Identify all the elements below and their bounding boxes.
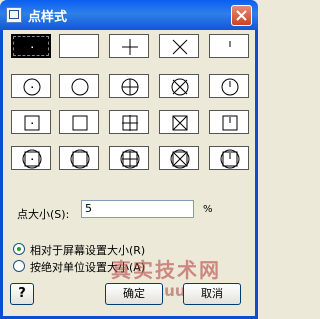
absolute-size-radio[interactable] [13,260,25,272]
point-style-dialog: 点大小(S): 5 % 相对于屏幕设置大小(R) 按绝对单位设置大小(A) 真实… [0,30,258,319]
none-icon [60,35,100,59]
point-style-x[interactable] [159,34,199,58]
dot-icon [31,46,33,48]
point-style-circle[interactable] [59,74,99,98]
plus-icon [122,39,138,55]
point-style-circle-square-tick[interactable] [209,146,249,170]
circle-dot-icon [23,78,41,96]
circle-square-dot-icon [22,149,42,169]
circle-square-plus-icon [120,149,140,169]
x-icon [172,39,188,55]
square-tick-icon [222,115,238,131]
point-style-square-dot[interactable] [11,110,51,134]
square-dot-icon [24,115,40,131]
point-style-tick[interactable] [209,34,249,58]
point-size-label: 点大小(S): [17,208,70,221]
circle-square-icon [70,149,90,169]
help-button[interactable]: ? [10,283,34,305]
relative-size-radio[interactable] [13,243,25,255]
point-style-square-plus[interactable] [109,110,149,134]
point-style-square-tick[interactable] [209,110,249,134]
point-size-input[interactable]: 5 [81,200,194,218]
circle-square-x-icon [170,149,190,169]
square-icon [72,115,88,131]
point-style-circle-x[interactable] [159,74,199,98]
watermark-text: 真实技术网 [111,258,221,282]
circle-tick-icon [221,78,239,96]
point-style-square-x[interactable] [159,110,199,134]
point-style-circle-tick[interactable] [209,74,249,98]
point-style-dot[interactable] [11,34,51,58]
circle-square-tick-icon [220,149,240,169]
point-style-square[interactable] [59,110,99,134]
ok-button[interactable]: 确定 [105,283,163,305]
point-style-plus[interactable] [109,34,149,58]
close-icon [236,10,247,21]
title-bar: 点样式 [0,0,258,30]
circle-icon [71,78,89,96]
cancel-button[interactable]: 取消 [183,283,241,305]
point-style-circle-square[interactable] [59,146,99,170]
point-style-circle-square-x[interactable] [159,146,199,170]
close-button[interactable] [231,5,252,26]
square-plus-icon [122,115,138,131]
circle-plus-icon [121,78,139,96]
point-size-unit: % [203,204,213,215]
window-title: 点样式 [28,10,68,25]
circle-x-icon [171,78,189,96]
tick-icon [229,41,231,47]
square-x-icon [172,115,188,131]
point-style-none[interactable] [59,34,99,58]
point-style-circle-plus[interactable] [109,74,149,98]
app-window-icon [6,7,22,23]
point-style-circle-square-dot[interactable] [11,146,51,170]
point-style-circle-dot[interactable] [11,74,51,98]
point-style-circle-square-plus[interactable] [109,146,149,170]
